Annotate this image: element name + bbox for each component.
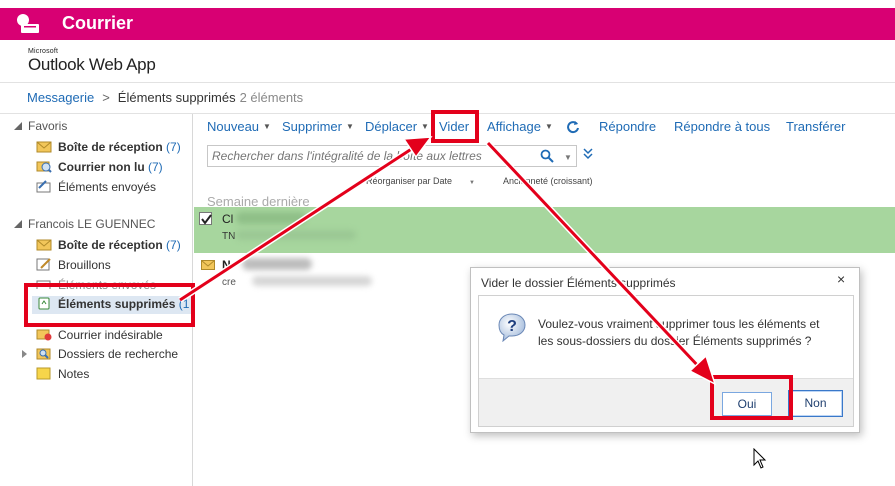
dialog-footer: Oui Non: [479, 378, 853, 426]
unread-envelope-icon: [201, 260, 215, 270]
breadcrumb-separator: >: [102, 90, 110, 105]
chevron-down-icon: ▼: [544, 122, 553, 131]
message-preview: TN: [222, 231, 236, 242]
favorite-item-unread[interactable]: Courrier non lu (7): [36, 159, 163, 177]
dialog-title: Vider le dossier Éléments supprimés: [481, 276, 676, 290]
forward-button[interactable]: Transférer: [786, 119, 845, 134]
inbox-icon: [36, 141, 52, 153]
breadcrumb-messagerie-link[interactable]: Messagerie: [27, 90, 94, 105]
message-checkbox[interactable]: [199, 212, 212, 225]
highlight-box-empty-button: [431, 110, 479, 143]
search-folder-icon: [36, 348, 51, 360]
dialog-close-icon[interactable]: ×: [837, 271, 845, 287]
sort-by-date-menu[interactable]: Réorganiser par Date ▼: [366, 176, 489, 186]
message-preview: cre: [222, 277, 236, 288]
folder-item-search-folders[interactable]: Dossiers de recherche: [36, 346, 178, 364]
breadcrumb-current-folder: Éléments supprimés: [117, 90, 236, 105]
sort-order-toggle[interactable]: Ancienneté (croissant): [503, 176, 593, 186]
chevron-down-icon: ▼: [421, 122, 429, 131]
message-sender: Cl: [222, 212, 234, 226]
expand-search-folders-icon[interactable]: [22, 350, 27, 358]
unread-mail-icon: [36, 161, 52, 173]
view-menu-button[interactable]: Affichage ▼: [487, 119, 553, 134]
search-icon[interactable]: [540, 149, 554, 163]
sort-bar: Réorganiser par Date ▼ Ancienneté (croissa…: [366, 176, 607, 186]
question-icon: ?: [498, 313, 526, 342]
message-sender: N: [222, 258, 231, 272]
favorites-group[interactable]: Favoris: [14, 119, 67, 133]
mouse-cursor-icon: [753, 448, 767, 469]
folder-item-count: 2 éléments: [239, 90, 304, 105]
collapse-triangle-icon: [14, 220, 22, 228]
delete-menu-button[interactable]: Supprimer ▼: [282, 119, 354, 134]
search-input[interactable]: [212, 148, 532, 164]
favorite-item-sent[interactable]: Éléments envoyés: [36, 179, 156, 197]
redacted-preview: [252, 276, 372, 286]
folder-item-inbox[interactable]: Boîte de réception (7): [36, 237, 181, 255]
dialog-message: Voulez-vous vraiment supprimer tous les …: [538, 317, 820, 348]
notes-icon: [36, 367, 51, 380]
highlight-box-deleted-items: [24, 283, 195, 327]
folder-item-drafts[interactable]: Brouillons: [36, 257, 111, 275]
no-button[interactable]: Non: [788, 390, 843, 417]
app-title: Courrier: [62, 13, 134, 33]
outlook-web-app-logo: Microsoft Outlook Web App: [28, 48, 156, 75]
breadcrumb: Messagerie > Éléments supprimés 2 éléments: [27, 90, 303, 105]
new-menu-button[interactable]: Nouveau ▼: [207, 119, 271, 134]
chevron-down-icon: ▼: [263, 122, 271, 131]
empty-folder-dialog: Vider le dossier Éléments supprimés × ? …: [470, 267, 860, 433]
collapse-triangle-icon: [14, 122, 22, 130]
chevron-down-icon: ▼: [345, 122, 354, 131]
drafts-icon: [36, 258, 51, 271]
sent-items-icon: [36, 180, 51, 193]
refresh-icon: [567, 121, 579, 134]
checkmark-icon: [201, 214, 212, 225]
move-menu-button[interactable]: Déplacer ▼: [365, 119, 429, 134]
owa-app-icon: [17, 14, 39, 33]
reply-button[interactable]: Répondre: [599, 119, 656, 134]
inbox-icon: [36, 239, 52, 251]
mailbox-group[interactable]: Francois LE GUENNEC: [14, 217, 155, 231]
chevron-down-icon: ▼: [469, 180, 475, 186]
expand-search-double-chevron-icon[interactable]: [583, 148, 593, 160]
folder-item-junk[interactable]: Courrier indésirable: [36, 327, 163, 345]
search-options-chevron-icon[interactable]: ▼: [564, 153, 572, 162]
folder-item-notes[interactable]: Notes: [36, 366, 89, 384]
highlight-box-yes-button: [710, 375, 793, 420]
header-divider: [0, 82, 895, 83]
favorite-item-inbox[interactable]: Boîte de réception (7): [36, 139, 181, 157]
redacted-sender: [236, 212, 306, 224]
mailbox-search-box: ▼: [207, 145, 577, 167]
dialog-body: ? Voulez-vous vraiment supprimer tous le…: [478, 295, 854, 427]
owa-logo-text: Outlook Web App: [28, 55, 156, 74]
junk-mail-icon: [36, 329, 52, 341]
app-header-bar: Courrier: [0, 8, 895, 40]
redacted-preview: [236, 230, 356, 240]
reply-all-button[interactable]: Répondre à tous: [674, 119, 770, 134]
redacted-sender: [242, 258, 312, 270]
svg-text:?: ?: [507, 318, 517, 335]
microsoft-logo-text: Microsoft: [28, 48, 59, 55]
refresh-button[interactable]: [566, 120, 580, 137]
